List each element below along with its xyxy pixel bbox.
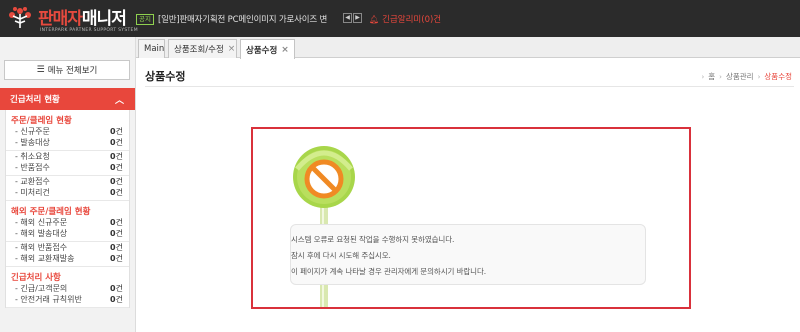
status-label: - 해외 신규주문 — [15, 218, 68, 227]
status-row[interactable]: - 취소요청 0건 — [6, 152, 129, 163]
status-row[interactable]: - 안전거래 규칙위반 0건 — [6, 295, 129, 306]
notice-badge: 공지 — [136, 13, 154, 25]
status-label: - 미처리건 — [15, 187, 50, 197]
status-label: - 해외 발송대상 — [15, 228, 68, 238]
logo[interactable]: 판매자매니저 INTERPARK PARTNER SUPPORT SYSTEM — [6, 4, 138, 35]
error-message-box: 시스템 오류로 요청된 작업을 수행하지 못하였습니다. 잠시 후에 다시 시도… — [290, 224, 646, 285]
status-row[interactable]: - 미처리건 0건 — [6, 188, 129, 199]
top-bar: 판매자매니저 INTERPARK PARTNER SUPPORT SYSTEM … — [0, 0, 800, 37]
notice-nav: ◀ ▶ — [343, 13, 363, 23]
breadcrumb-home[interactable]: 홈 — [708, 71, 715, 82]
status-label: - 해외 반품접수 — [15, 243, 68, 252]
chevron-left-icon[interactable]: ◀ — [343, 13, 352, 23]
urgent-status-panel: 주문/클레임 현황 - 신규주문 0건 - 발송대상 0건 - 취소요청 0건 - 반… — [5, 110, 130, 308]
status-unit: 건 — [115, 243, 123, 252]
chevron-right-icon: › — [719, 72, 722, 81]
sidebar: ☰ 메뉴 전체보기 긴급처리 현황 ︿ 주문/클레임 현황 - 신규주문 0건 -… — [0, 37, 136, 332]
hamburger-icon: ☰ — [36, 65, 45, 75]
status-row[interactable]: - 교환접수 0건 — [6, 177, 129, 188]
status-group: - 긴급/고객문의 0건 - 안전거래 규칙위반 0건 — [6, 283, 129, 308]
status-row[interactable]: - 반품접수 0건 — [6, 163, 129, 174]
logo-subtitle: INTERPARK PARTNER SUPPORT SYSTEM — [40, 28, 138, 33]
status-label: - 신규주문 — [15, 127, 50, 136]
status-label: - 취소요청 — [15, 152, 50, 161]
breadcrumb-product-mgmt[interactable]: 상품관리 — [726, 71, 754, 82]
urgent-alarm-count: (0)건 — [421, 15, 442, 25]
breadcrumb: › 홈 › 상품관리 › 상품수정 — [697, 71, 792, 82]
urgent-status-title: 긴급처리 현황 — [10, 95, 60, 105]
page-title: 상품수정 — [145, 70, 186, 83]
status-label: - 안전거래 규칙위반 — [15, 294, 82, 304]
status-row[interactable]: - 신규주문 0건 — [6, 127, 129, 138]
chevron-right-icon: › — [701, 72, 705, 81]
notice-ticker[interactable]: 공지 [일반]판매자기획전 PC메인이미지 가로사이즈 변 — [136, 13, 327, 25]
close-icon[interactable]: × — [281, 45, 289, 55]
status-unit: 건 — [115, 294, 123, 304]
section-title: 긴급처리 사항 — [11, 273, 61, 283]
tab-main[interactable]: Main — [138, 39, 165, 58]
tab-label: Main — [144, 44, 165, 54]
status-group: - 취소요청 0건 - 반품접수 0건 — [6, 151, 129, 176]
status-unit: 건 — [115, 228, 123, 238]
section-title: 주문/클레임 현황 — [11, 116, 72, 126]
status-unit: 건 — [115, 127, 123, 136]
status-row[interactable]: - 해외 신규주문 0건 — [6, 218, 129, 229]
status-unit: 건 — [115, 137, 123, 147]
urgent-status-header[interactable]: 긴급처리 현황 ︿ — [0, 88, 135, 110]
status-label: - 긴급/고객문의 — [15, 284, 68, 293]
chevron-right-icon: › — [757, 72, 761, 81]
logo-text: 판매자매니저 — [38, 4, 127, 29]
status-row[interactable]: - 해외 교환재발송 0건 — [6, 254, 129, 265]
status-group: - 해외 신규주문 0건 - 해외 발송대상 0건 — [6, 217, 129, 242]
status-unit: 건 — [115, 152, 123, 161]
urgent-alarm[interactable]: 🔔︎ 긴급알리미 (0)건 — [369, 13, 442, 26]
status-row[interactable]: - 해외 반품접수 0건 — [6, 243, 129, 254]
breadcrumb-current: 상품수정 — [764, 72, 792, 81]
status-unit: 건 — [115, 162, 123, 172]
app-root: 판매자매니저 INTERPARK PARTNER SUPPORT SYSTEM … — [0, 0, 800, 332]
status-label: - 해외 교환재발송 — [15, 253, 75, 263]
status-group: - 교환접수 0건 - 미처리건 0건 — [6, 176, 129, 201]
close-icon[interactable]: × — [228, 44, 236, 54]
error-panel: 시스템 오류로 요청된 작업을 수행하지 못하였습니다. 잠시 후에 다시 시도… — [251, 127, 691, 309]
tab-product-edit[interactable]: 상품수정 × — [240, 39, 295, 59]
tab-label: 상품조회/수정 — [174, 45, 224, 55]
logo-text-accent: 판매자 — [38, 9, 83, 29]
notice-text[interactable]: [일반]판매자기획전 PC메인이미지 가로사이즈 변 — [158, 13, 327, 25]
menu-all-button[interactable]: ☰ 메뉴 전체보기 — [4, 60, 130, 80]
status-group: - 신규주문 0건 - 발송대상 0건 — [6, 126, 129, 151]
status-row[interactable]: - 해외 발송대상 0건 — [6, 229, 129, 240]
menu-all-label: 메뉴 전체보기 — [47, 66, 98, 76]
tab-bar: Main 상품조회/수정 × 상품수정 × — [136, 37, 800, 59]
status-unit: 건 — [115, 218, 123, 227]
status-label: - 발송대상 — [15, 137, 50, 147]
tab-product-search[interactable]: 상품조회/수정 × — [168, 39, 237, 58]
chevron-up-icon[interactable]: ︿ — [115, 93, 124, 106]
status-unit: 건 — [115, 187, 123, 197]
error-message-line: 시스템 오류로 요청된 작업을 수행하지 못하였습니다. — [291, 235, 455, 244]
status-unit: 건 — [115, 177, 123, 186]
status-row[interactable]: - 발송대상 0건 — [6, 138, 129, 149]
divider — [145, 86, 794, 87]
status-label: - 반품접수 — [15, 162, 50, 172]
logo-tree-icon — [9, 7, 31, 28]
error-message-line: 잠시 후에 다시 시도해 주십시오. — [291, 251, 391, 260]
status-group: - 해외 반품접수 0건 - 해외 교환재발송 0건 — [6, 242, 129, 267]
logo-text-rest: 매니저 — [81, 9, 127, 29]
status-row[interactable]: - 긴급/고객문의 0건 — [6, 284, 129, 295]
urgent-alarm-label: 긴급알리미 — [382, 15, 422, 25]
error-message-line: 이 페이지가 계속 나타날 경우 관리자에게 문의하시기 바랍니다. — [291, 267, 487, 276]
status-unit: 건 — [115, 284, 123, 293]
tab-label: 상품수정 — [246, 45, 278, 56]
section-title: 해외 주문/클레임 현황 — [11, 207, 91, 217]
status-unit: 건 — [115, 253, 123, 263]
chevron-right-icon[interactable]: ▶ — [353, 13, 362, 23]
bell-icon: 🔔︎ — [369, 14, 380, 24]
status-label: - 교환접수 — [15, 177, 50, 186]
